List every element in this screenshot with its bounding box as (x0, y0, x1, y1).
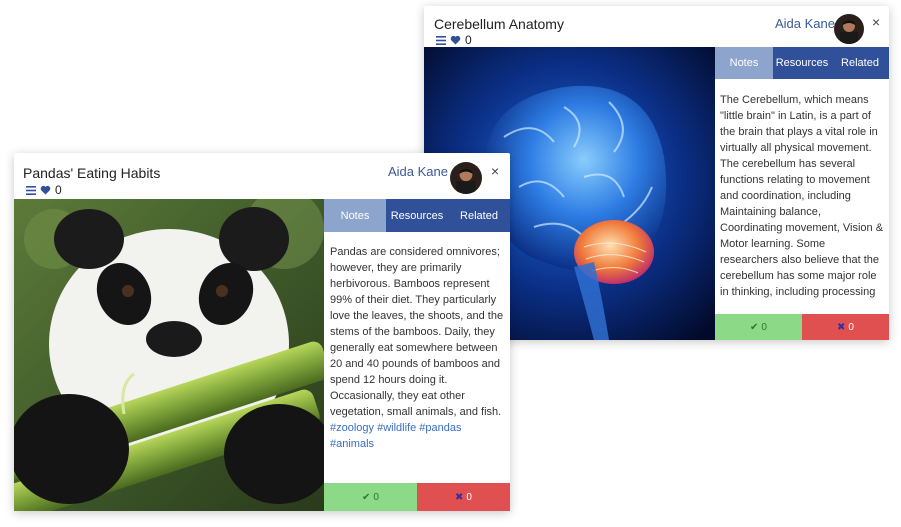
panda-image (14, 199, 324, 511)
hashtags[interactable]: #zoology #wildlife #pandas #animals (330, 420, 506, 452)
downvote-count: 0 (848, 321, 854, 333)
panda-card: Pandas' Eating Habits 0 Aida Kane × Note… (14, 153, 510, 511)
card-meta: 0 (436, 33, 472, 47)
author-name[interactable]: Aida Kane (775, 16, 835, 31)
menu-icon[interactable] (26, 185, 36, 195)
notes-text: Pandas are considered omnivores; however… (330, 244, 506, 471)
notes-text: The Cerebellum, which means "little brai… (720, 92, 884, 302)
tab-related[interactable]: Related (831, 47, 889, 79)
like-count: 0 (465, 33, 472, 47)
tab-notes[interactable]: Notes (324, 199, 386, 232)
upvote-button[interactable]: ✔ 0 (715, 314, 802, 340)
menu-icon[interactable] (436, 35, 446, 45)
notes-body: The Cerebellum, which means "little brai… (720, 94, 884, 298)
upvote-count: 0 (761, 321, 767, 333)
downvote-count: 0 (466, 491, 472, 503)
check-icon: ✔ (750, 321, 759, 333)
tab-bar: Notes Resources Related (715, 47, 889, 79)
avatar[interactable] (450, 162, 482, 194)
heart-icon[interactable] (450, 35, 461, 45)
tab-resources[interactable]: Resources (773, 47, 831, 79)
close-icon[interactable]: × (872, 14, 880, 30)
downvote-button[interactable]: ✖ 0 (802, 314, 889, 340)
author-name[interactable]: Aida Kane (388, 164, 448, 179)
tab-notes[interactable]: Notes (715, 47, 773, 79)
close-icon[interactable]: × (491, 163, 499, 179)
upvote-count: 0 (373, 491, 379, 503)
notes-body: Pandas are considered omnivores; however… (330, 246, 504, 418)
downvote-button[interactable]: ✖ 0 (417, 483, 510, 511)
card-meta: 0 (26, 183, 62, 197)
heart-icon[interactable] (40, 185, 51, 195)
check-icon: ✔ (362, 491, 371, 503)
like-count: 0 (55, 183, 62, 197)
tab-resources[interactable]: Resources (386, 199, 448, 232)
upvote-button[interactable]: ✔ 0 (324, 483, 417, 511)
tab-bar: Notes Resources Related (324, 199, 510, 232)
avatar[interactable] (834, 14, 864, 44)
card-title: Cerebellum Anatomy (434, 16, 564, 32)
card-title: Pandas' Eating Habits (23, 165, 161, 181)
tab-related[interactable]: Related (448, 199, 510, 232)
x-icon: ✖ (455, 491, 464, 503)
x-icon: ✖ (837, 321, 846, 333)
